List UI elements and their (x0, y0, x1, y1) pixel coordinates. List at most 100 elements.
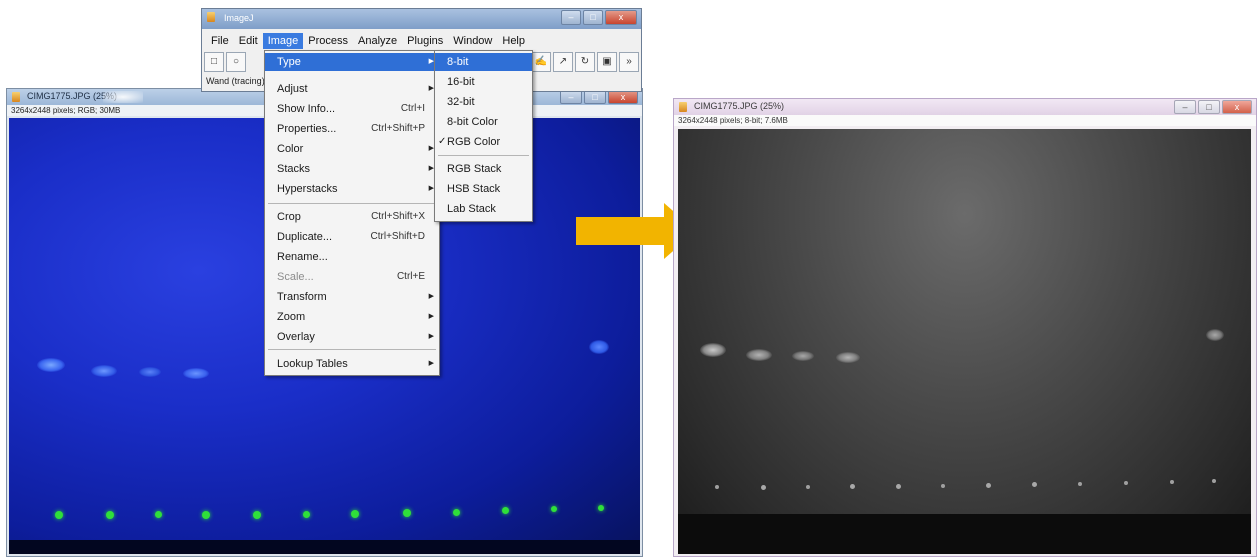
menu-analyze[interactable]: Analyze (353, 33, 402, 49)
minimize-button[interactable]: – (560, 90, 582, 104)
menu-item-label: Properties... (277, 123, 337, 135)
menu-item-type[interactable]: Type ▶ (265, 53, 439, 71)
green-spot (303, 511, 310, 518)
small-gray-spot (850, 484, 855, 489)
plate-edge (678, 514, 1251, 554)
menu-item-label: Duplicate... (277, 231, 333, 243)
grayscale-image-info: 3264x2448 pixels; 8-bit; 7.6MB (674, 115, 1256, 126)
menu-window[interactable]: Window (448, 33, 497, 49)
menu-item-show-info[interactable]: Show Info... Ctrl+I (265, 100, 439, 118)
menu-item-8-bit-color[interactable]: 8-bit Color (435, 113, 532, 131)
small-gray-spot (1212, 479, 1216, 483)
green-spot (453, 509, 460, 516)
maximize-button[interactable]: □ (1198, 100, 1220, 114)
minimize-button[interactable]: – (561, 10, 581, 25)
menu-item-label: Lab Stack (447, 203, 496, 215)
menu-item-32-bit[interactable]: 32-bit (435, 93, 532, 111)
menu-item-label: 8-bit (447, 56, 469, 68)
dropper-tool-icon[interactable]: ✍ (531, 52, 551, 72)
close-button[interactable]: x (1222, 100, 1252, 114)
rectangle-tool-icon[interactable]: □ (204, 52, 224, 72)
menu-separator (268, 203, 436, 204)
green-spot (551, 506, 557, 512)
menu-item-lab-stack[interactable]: Lab Stack (435, 200, 532, 218)
close-button[interactable]: x (605, 10, 637, 25)
menu-item-label: 16-bit (447, 76, 475, 88)
menu-item-properties[interactable]: Properties... Ctrl+Shift+P (265, 120, 439, 138)
menu-item-label: Transform (277, 291, 327, 303)
menu-item-rgb-stack[interactable]: RGB Stack (435, 160, 532, 178)
blue-spot (37, 358, 65, 372)
shortcut-label: Ctrl+Shift+P (371, 123, 425, 134)
menu-item-label: Color (277, 143, 304, 155)
menu-help[interactable]: Help (497, 33, 530, 49)
submenu-arrow-icon: ▶ (428, 333, 434, 340)
menu-item-overlay[interactable]: Overlay ▶ (265, 328, 439, 346)
menu-item-scale[interactable]: Scale... Ctrl+E (265, 268, 439, 286)
grayscale-image-titlebar[interactable]: CIMG1775.JPG (25%) – □ x (674, 99, 1256, 115)
menu-plugins[interactable]: Plugins (402, 33, 448, 49)
menu-separator (438, 155, 529, 156)
menu-item-rename[interactable]: Rename... (265, 248, 439, 266)
imagej-titlebar[interactable]: ImageJ – □ x (202, 9, 641, 29)
menu-item-stacks[interactable]: Stacks ▶ (265, 160, 439, 178)
small-gray-spot (1032, 482, 1037, 487)
shortcut-label: Ctrl+Shift+D (370, 231, 425, 242)
grayscale-image-window[interactable]: CIMG1775.JPG (25%) – □ x 3264x2448 pixel… (673, 98, 1257, 557)
menu-item-8-bit[interactable]: 8-bit (435, 53, 532, 71)
oval-tool-icon[interactable]: ○ (226, 52, 246, 72)
green-spot (55, 511, 63, 519)
brush-tool-icon[interactable]: ↻ (575, 52, 595, 72)
menu-item-color[interactable]: Color ▶ (265, 140, 439, 158)
type-submenu: 8-bit 16-bit 32-bit 8-bit Color ✓ RGB Co… (434, 50, 533, 222)
menu-bar: File Edit Image Process Analyze Plugins … (206, 33, 530, 49)
menu-item-duplicate[interactable]: Duplicate... Ctrl+Shift+D (265, 228, 439, 246)
menu-item-label: Hyperstacks (277, 183, 338, 195)
menu-item-hsb-stack[interactable]: HSB Stack (435, 180, 532, 198)
blue-spot (589, 340, 609, 354)
menu-item-16-bit[interactable]: 16-bit (435, 73, 532, 91)
blue-spot (183, 368, 209, 379)
maximize-button[interactable]: □ (583, 10, 603, 25)
close-button[interactable]: x (608, 90, 638, 104)
menu-item-label: Lookup Tables (277, 358, 348, 370)
menu-item-label: Scale... (277, 271, 314, 283)
stack-tool-icon[interactable]: ▣ (597, 52, 617, 72)
plate-edge (9, 540, 640, 554)
grayscale-image-canvas[interactable] (678, 129, 1251, 554)
menu-item-lookup-tables[interactable]: Lookup Tables ▶ (265, 355, 439, 373)
minimize-button[interactable]: – (1174, 100, 1196, 114)
more-tools-icon[interactable]: » (619, 52, 639, 72)
menu-process[interactable]: Process (303, 33, 353, 49)
status-text: Wand (tracing) (206, 76, 265, 86)
menu-file[interactable]: File (206, 33, 234, 49)
menu-item-label: Adjust (277, 83, 308, 95)
green-spot (202, 511, 210, 519)
menu-item-label: 32-bit (447, 96, 475, 108)
pencil-tool-icon[interactable]: ↗ (553, 52, 573, 72)
menu-item-rgb-color[interactable]: ✓ RGB Color (435, 133, 532, 151)
green-spot (351, 510, 359, 518)
small-gray-spot (941, 484, 945, 488)
green-spot (502, 507, 509, 514)
menu-edit[interactable]: Edit (234, 33, 263, 49)
green-spot (106, 511, 114, 519)
menu-item-adjust[interactable]: Adjust ▶ (265, 80, 439, 98)
menu-item-hyperstacks[interactable]: Hyperstacks ▶ (265, 180, 439, 198)
menu-image[interactable]: Image (262, 33, 304, 49)
imagej-icon (207, 12, 215, 22)
small-gray-spot (986, 483, 991, 488)
menu-item-label: Show Info... (277, 103, 336, 115)
imagej-title: ImageJ (224, 13, 254, 23)
menu-item-transform[interactable]: Transform ▶ (265, 288, 439, 306)
blue-spot (91, 365, 117, 377)
submenu-arrow-icon: ▶ (428, 293, 434, 300)
maximize-button[interactable]: □ (584, 90, 606, 104)
gray-spot (746, 349, 772, 361)
shortcut-label: Ctrl+E (396, 271, 425, 282)
submenu-arrow-icon: ▶ (428, 313, 434, 320)
small-gray-spot (715, 485, 719, 489)
small-gray-spot (1124, 481, 1128, 485)
menu-item-zoom[interactable]: Zoom ▶ (265, 308, 439, 326)
menu-item-crop[interactable]: Crop Ctrl+Shift+X (265, 208, 439, 226)
